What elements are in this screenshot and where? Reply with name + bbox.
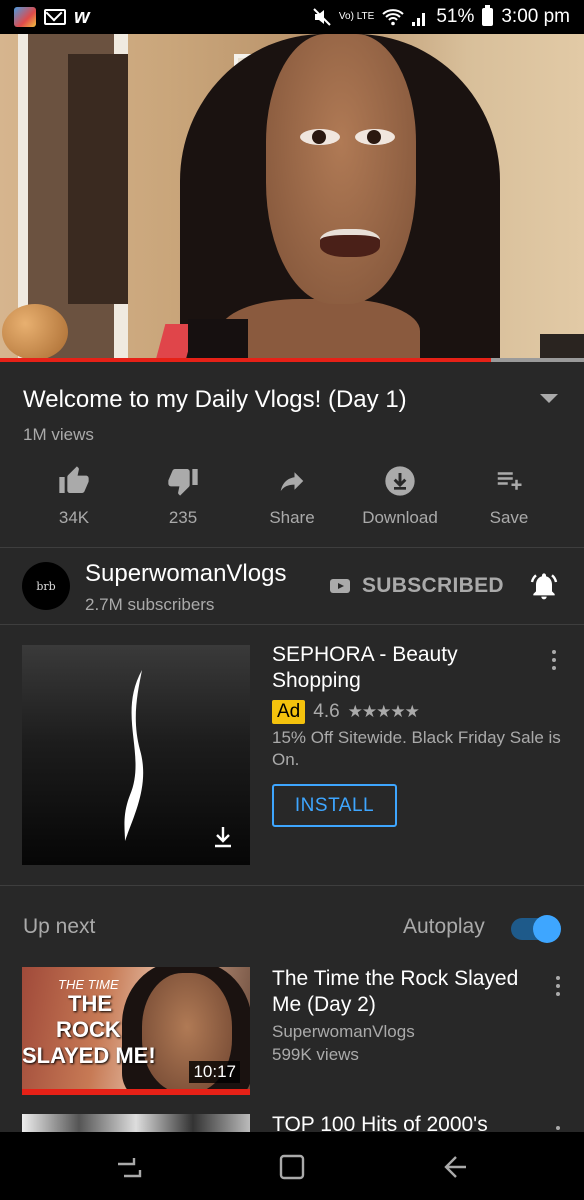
autoplay-toggle[interactable] (511, 915, 561, 943)
dislike-count: 235 (168, 508, 198, 527)
share-icon (280, 472, 304, 491)
video-eye-left (300, 129, 340, 145)
system-icons: Vo) LTE 51% 3:00 pm (313, 5, 570, 28)
wifi-icon (382, 9, 404, 26)
up-next-label: Up next (23, 915, 96, 938)
view-count: 1M views (23, 425, 94, 444)
subscriber-count: 2.7M subscribers (85, 595, 215, 614)
thumb-text-line-1: THE TIME (58, 977, 119, 992)
ad-title[interactable]: SEPHORA - Beauty Shopping (272, 642, 532, 694)
divider (0, 885, 584, 886)
video-object (540, 334, 584, 360)
divider (0, 624, 584, 625)
install-button[interactable]: INSTALL (272, 784, 397, 827)
back-icon[interactable] (438, 1150, 472, 1184)
watched-progress-bar (22, 1089, 250, 1095)
video-mouth (320, 229, 380, 257)
subscribed-label: SUBSCRIBED (362, 574, 504, 597)
share-label: Share (269, 508, 315, 527)
download-label: Download (362, 508, 438, 527)
next-video-title[interactable]: The Time the Rock Slayed Me (Day 2) (272, 966, 537, 1018)
battery-icon (482, 5, 494, 26)
ad-description: 15% Off Sitewide. Black Friday Sale is O… (272, 728, 561, 769)
thumb-text-line-3: ROCK (56, 1017, 121, 1042)
download-icon (385, 466, 415, 496)
channel-avatar[interactable]: brb (22, 562, 70, 610)
next-video-2-thumbnail[interactable] (22, 1114, 250, 1132)
thumbs-up-icon (59, 466, 89, 493)
video-neck (220, 299, 420, 360)
battery-percent: 51% (436, 6, 475, 27)
clock: 3:00 pm (501, 6, 570, 27)
status-bar: w Vo) LTE 51% 3:00 pm (0, 0, 584, 34)
navigation-bar (0, 1132, 584, 1200)
channel-name[interactable]: SuperwomanVlogs (85, 560, 286, 588)
next-video-thumbnail[interactable]: THE TIME THE ROCK SLAYED ME! 10:17 (22, 967, 250, 1095)
video-ball (2, 304, 68, 360)
youtube-play-icon (330, 579, 350, 593)
divider (0, 547, 584, 548)
download-button[interactable]: Download (350, 462, 450, 528)
expand-chevron-icon[interactable] (540, 394, 558, 403)
playlist-add-icon (497, 472, 522, 490)
toggle-knob (533, 915, 561, 943)
notification-icons: w (14, 6, 90, 29)
action-bar: 34K 235 Share Download Save (0, 462, 584, 542)
thumb-text-line-2: THE (68, 991, 112, 1016)
next-video-views: 599K views (272, 1045, 359, 1064)
video-eye-right (355, 129, 395, 145)
signal-icon (412, 13, 426, 26)
network-type: Vo) LTE (338, 11, 375, 22)
next-video-channel: SuperwomanVlogs (272, 1022, 415, 1041)
video-duration: 10:17 (189, 1061, 240, 1083)
video-face (266, 34, 416, 304)
video-details-panel: Welcome to my Daily Vlogs! (Day 1) 1M vi… (0, 362, 584, 1132)
download-arrow-icon (215, 827, 231, 848)
mail-icon (44, 9, 66, 25)
w-icon: w (74, 5, 90, 28)
autoplay-label: Autoplay (403, 915, 485, 938)
ad-badge: Ad (272, 700, 306, 724)
video-title[interactable]: Welcome to my Daily Vlogs! (Day 1) (23, 386, 523, 414)
mute-icon (313, 8, 331, 26)
ad-meta: Ad 4.6 ★★★★★ (272, 700, 420, 724)
ad-thumbnail[interactable] (22, 645, 250, 865)
dislike-button[interactable]: 235 (133, 462, 233, 528)
recent-apps-icon[interactable] (112, 1150, 146, 1184)
ad-rating: 4.6 (313, 701, 340, 722)
app-icon (14, 7, 36, 27)
home-icon[interactable] (275, 1150, 309, 1184)
ad-star-rating: ★★★★★ (347, 702, 420, 721)
ad-more-icon[interactable] (551, 650, 557, 670)
thumbs-down-icon (168, 469, 198, 496)
notification-bell-icon[interactable] (528, 570, 560, 602)
thumb-text-line-4: SLAYED ME! (22, 1043, 156, 1068)
save-button[interactable]: Save (459, 462, 559, 528)
next-video-more-icon[interactable] (555, 976, 561, 996)
save-label: Save (489, 508, 529, 527)
like-count: 34K (58, 508, 90, 527)
video-tank-top (188, 319, 248, 360)
like-button[interactable]: 34K (24, 462, 124, 528)
subscribed-button[interactable]: SUBSCRIBED (330, 574, 504, 598)
share-button[interactable]: Share (242, 462, 342, 528)
video-player[interactable] (0, 34, 584, 360)
next-video-2-title[interactable]: TOP 100 Hits of 2000's (272, 1113, 488, 1132)
